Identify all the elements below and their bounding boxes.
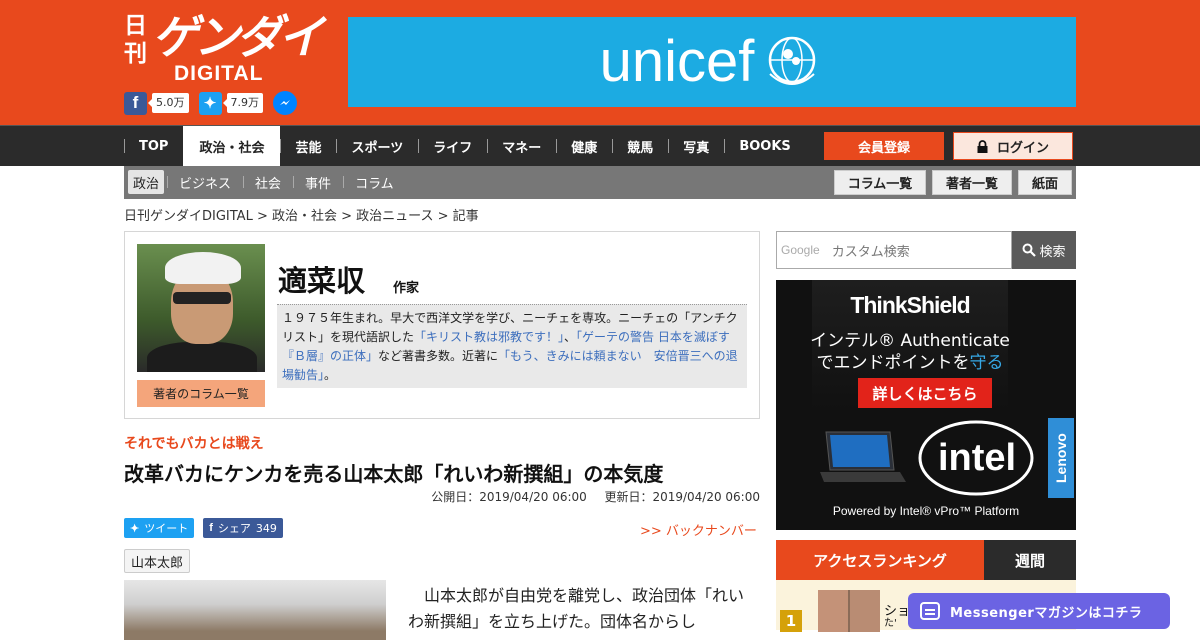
unicef-globe-icon bbox=[769, 36, 816, 85]
intel-logo: intel bbox=[918, 420, 1034, 496]
nav-top[interactable]: TOP bbox=[124, 126, 183, 166]
register-button[interactable]: 会員登録 bbox=[824, 132, 944, 160]
tweet-label: ツイート bbox=[144, 522, 189, 535]
logo-kanji: 日刊 bbox=[124, 12, 147, 67]
author-name: 適菜収 bbox=[278, 264, 366, 298]
site-header: 日刊 ゲンダイ DIGITAL f 5.0万 ✦ 7.9万 unicef bbox=[0, 0, 1200, 125]
nav-entertainment[interactable]: 芸能 bbox=[280, 126, 336, 166]
facebook-icon: f bbox=[209, 522, 213, 534]
author-box: 著者のコラム一覧 適菜収 作家 １９７５年生まれ。早大で西洋文学を学び、ニーチェ… bbox=[124, 231, 760, 419]
nav-politics[interactable]: 政治・社会 bbox=[183, 126, 281, 166]
subnav-politics[interactable]: 政治 bbox=[128, 170, 165, 194]
article-body: 山本太郎が自由党を離党し、政治団体「れいわ新撰組」を立ち上げた。団体名からし bbox=[408, 586, 745, 631]
facebook-share-button[interactable]: f シェア 349 bbox=[203, 518, 283, 538]
author-columns-button[interactable]: 著者のコラム一覧 bbox=[137, 380, 265, 407]
updated-date: 更新日：2019/04/20 06:00 bbox=[604, 490, 760, 504]
author-list-button[interactable]: 著者一覧 bbox=[932, 170, 1012, 195]
bio-text: など著書多数。近著に bbox=[378, 349, 499, 363]
search-placeholder: カスタム検索 bbox=[831, 244, 910, 260]
share-count: 349 bbox=[255, 521, 277, 535]
main-nav: TOP 政治・社会 芸能 スポーツ ライフ マネー 健康 競馬 写真 BOOKS… bbox=[0, 125, 1200, 166]
facebook-icon[interactable]: f bbox=[124, 91, 147, 115]
ad-powered: Powered by Intel® vPro™ Platform bbox=[832, 504, 1020, 518]
newspaper-button[interactable]: 紙面 bbox=[1018, 170, 1072, 195]
ranking-header: アクセスランキング 週間 bbox=[776, 540, 1076, 580]
backnumber-link[interactable]: >> バックナンバー bbox=[640, 520, 757, 539]
subnav-incidents[interactable]: 事件 bbox=[293, 170, 343, 194]
published-date: 公開日：2019/04/20 06:00 bbox=[431, 490, 587, 504]
nav-photo[interactable]: 写真 bbox=[668, 126, 724, 166]
login-label: ログイン bbox=[996, 140, 1049, 156]
lock-icon bbox=[977, 139, 988, 153]
sub-nav: 政治 ビジネス 社会 事件 コラム コラム一覧 著者一覧 紙面 bbox=[124, 166, 1076, 199]
author-photo[interactable] bbox=[137, 244, 265, 372]
author-bio: １９７５年生まれ。早大で西洋文学を学び、ニーチェを専攻。ニーチェの「アンチクリス… bbox=[277, 304, 747, 388]
messenger-icon[interactable] bbox=[273, 91, 297, 115]
subnav-items: 政治 ビジネス 社会 事件 コラム bbox=[128, 170, 406, 194]
nav-health[interactable]: 健康 bbox=[556, 126, 612, 166]
column-list-button[interactable]: コラム一覧 bbox=[834, 170, 926, 195]
rank-number: 1 bbox=[780, 610, 802, 632]
ad-line2: でエンドポイントを守る bbox=[776, 348, 1044, 373]
search-button[interactable]: 検索 bbox=[1012, 231, 1076, 269]
article-tag[interactable]: 山本太郎 bbox=[124, 549, 191, 573]
search-input[interactable]: Google カスタム検索 bbox=[776, 231, 1012, 269]
twitter-icon[interactable]: ✦ bbox=[198, 91, 222, 115]
chat-icon bbox=[920, 602, 940, 620]
top-ad-banner[interactable]: unicef bbox=[348, 17, 1076, 107]
logo-main: ゲンダイ bbox=[152, 10, 324, 64]
article-dates: 公開日：2019/04/20 06:00 更新日：2019/04/20 06:0… bbox=[431, 488, 760, 505]
nav-life[interactable]: ライフ bbox=[418, 126, 487, 166]
ad-line2-highlight: 守る bbox=[969, 353, 1004, 373]
article-title: 改革バカにケンカを売る山本太郎「れいわ新撰組」の本気度 bbox=[124, 462, 664, 486]
rank-title-text: ショ bbox=[884, 604, 911, 619]
twitter-bird-icon: ✦ bbox=[130, 522, 140, 535]
lenovo-logo: Lenovo bbox=[1048, 418, 1074, 498]
tweet-button[interactable]: ✦ ツイート bbox=[124, 518, 195, 538]
sidebar-ad[interactable]: ThinkShield インテル® Authenticate でエンドポイントを… bbox=[776, 280, 1076, 530]
ad-brand: ThinkShield bbox=[850, 292, 970, 318]
article-kicker[interactable]: それでもバカとは戦え bbox=[124, 433, 264, 453]
ad-cta-button[interactable]: 詳しくはこちら bbox=[858, 378, 992, 408]
author-role: 作家 bbox=[393, 281, 420, 296]
google-mark: Google bbox=[781, 243, 820, 257]
nav-sports[interactable]: スポーツ bbox=[336, 126, 418, 166]
subnav-society[interactable]: 社会 bbox=[243, 170, 293, 194]
laptop-icon bbox=[820, 431, 906, 482]
rank-title-text: た' bbox=[884, 618, 897, 629]
intel-wordmark: intel bbox=[938, 437, 1016, 479]
logo-sub: DIGITAL bbox=[174, 62, 264, 85]
search-icon bbox=[1022, 243, 1037, 257]
nav-keiba[interactable]: 競馬 bbox=[612, 126, 668, 166]
subnav-buttons: コラム一覧 著者一覧 紙面 bbox=[828, 170, 1072, 195]
breadcrumb[interactable]: 日刊ゲンダイDIGITAL > 政治・社会 > 政治ニュース > 記事 bbox=[124, 205, 479, 224]
unicef-wordmark: unicef bbox=[599, 29, 755, 94]
bio-text: 。 bbox=[324, 368, 337, 382]
site-logo[interactable]: 日刊 ゲンダイ DIGITAL bbox=[124, 8, 324, 86]
messenger-label: Messengerマガジンはコチラ bbox=[950, 605, 1143, 621]
facebook-count: 5.0万 bbox=[148, 93, 189, 113]
bio-text: 、 bbox=[564, 330, 577, 344]
ranking-title[interactable]: アクセスランキング bbox=[776, 540, 984, 580]
share-row: ✦ ツイート f シェア 349 bbox=[124, 518, 283, 538]
rank-title: ショ た' bbox=[884, 600, 910, 629]
rank-thumbnail bbox=[818, 590, 880, 632]
nav-money[interactable]: マネー bbox=[487, 126, 556, 166]
login-button[interactable]: ログイン bbox=[953, 132, 1073, 160]
share-label: シェア bbox=[217, 522, 251, 535]
subnav-columns[interactable]: コラム bbox=[343, 170, 406, 194]
nav-books[interactable]: BOOKS bbox=[724, 126, 805, 166]
ranking-tab-weekly[interactable]: 週間 bbox=[984, 540, 1076, 580]
social-counts: f 5.0万 ✦ 7.9万 bbox=[124, 91, 297, 115]
twitter-count: 7.9万 bbox=[222, 93, 263, 113]
subnav-business[interactable]: ビジネス bbox=[167, 170, 243, 194]
ad-line2-text: でエンドポイントを bbox=[816, 353, 970, 373]
site-search: Google カスタム検索 検索 bbox=[776, 231, 1076, 269]
bio-book-link[interactable]: 「キリスト教は邪教です！」 bbox=[414, 330, 564, 344]
nav-items: TOP 政治・社会 芸能 スポーツ ライフ マネー 健康 競馬 写真 BOOKS bbox=[124, 126, 806, 166]
messenger-magazine-button[interactable]: Messengerマガジンはコチラ bbox=[908, 593, 1170, 629]
search-button-label: 検索 bbox=[1039, 244, 1066, 260]
article-image bbox=[124, 580, 386, 640]
